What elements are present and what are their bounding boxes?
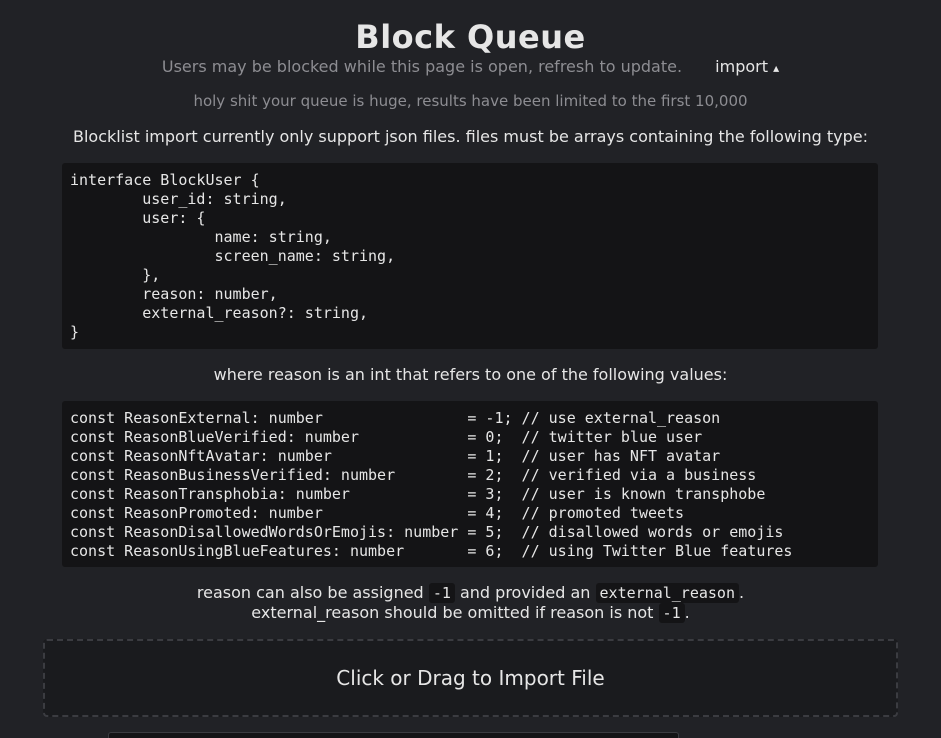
import-file-dropzone[interactable]: Click or Drag to Import File: [43, 639, 898, 717]
dropzone-label: Click or Drag to Import File: [336, 666, 605, 690]
block-queue-page: Block Queue Users may be blocked while t…: [0, 0, 941, 738]
import-toggle[interactable]: import ▴: [715, 57, 779, 76]
note-code-3: -1: [658, 603, 685, 623]
external-reason-note: reason can also be assigned -1 and provi…: [0, 583, 941, 623]
import-intro: Blocklist import currently only support …: [73, 127, 868, 146]
reasons-code-block: const ReasonExternal: number = -1; // us…: [62, 401, 878, 567]
note-text-2: and provided an: [459, 583, 591, 602]
note-text-5: .: [684, 603, 690, 622]
note-text-3: .: [739, 583, 745, 602]
note-code-1: -1: [428, 583, 455, 603]
interface-code-block: interface BlockUser { user_id: string, u…: [62, 163, 878, 349]
page-title: Block Queue: [355, 18, 586, 56]
note-code-2: external_reason: [595, 583, 739, 603]
queue-limit-warning: holy shit your queue is huge, results ha…: [193, 92, 748, 110]
page-subtitle: Users may be blocked while this page is …: [161, 57, 683, 76]
caret-up-icon: ▴: [773, 61, 780, 75]
note-text-1: reason can also be assigned: [196, 583, 424, 602]
import-toggle-label: import: [715, 57, 768, 76]
note-text-4: external_reason should be omitted if rea…: [251, 603, 654, 622]
reason-intro: where reason is an int that refers to on…: [213, 365, 728, 384]
subtitle-row: Users may be blocked while this page is …: [0, 57, 941, 76]
queue-table: [108, 732, 679, 738]
